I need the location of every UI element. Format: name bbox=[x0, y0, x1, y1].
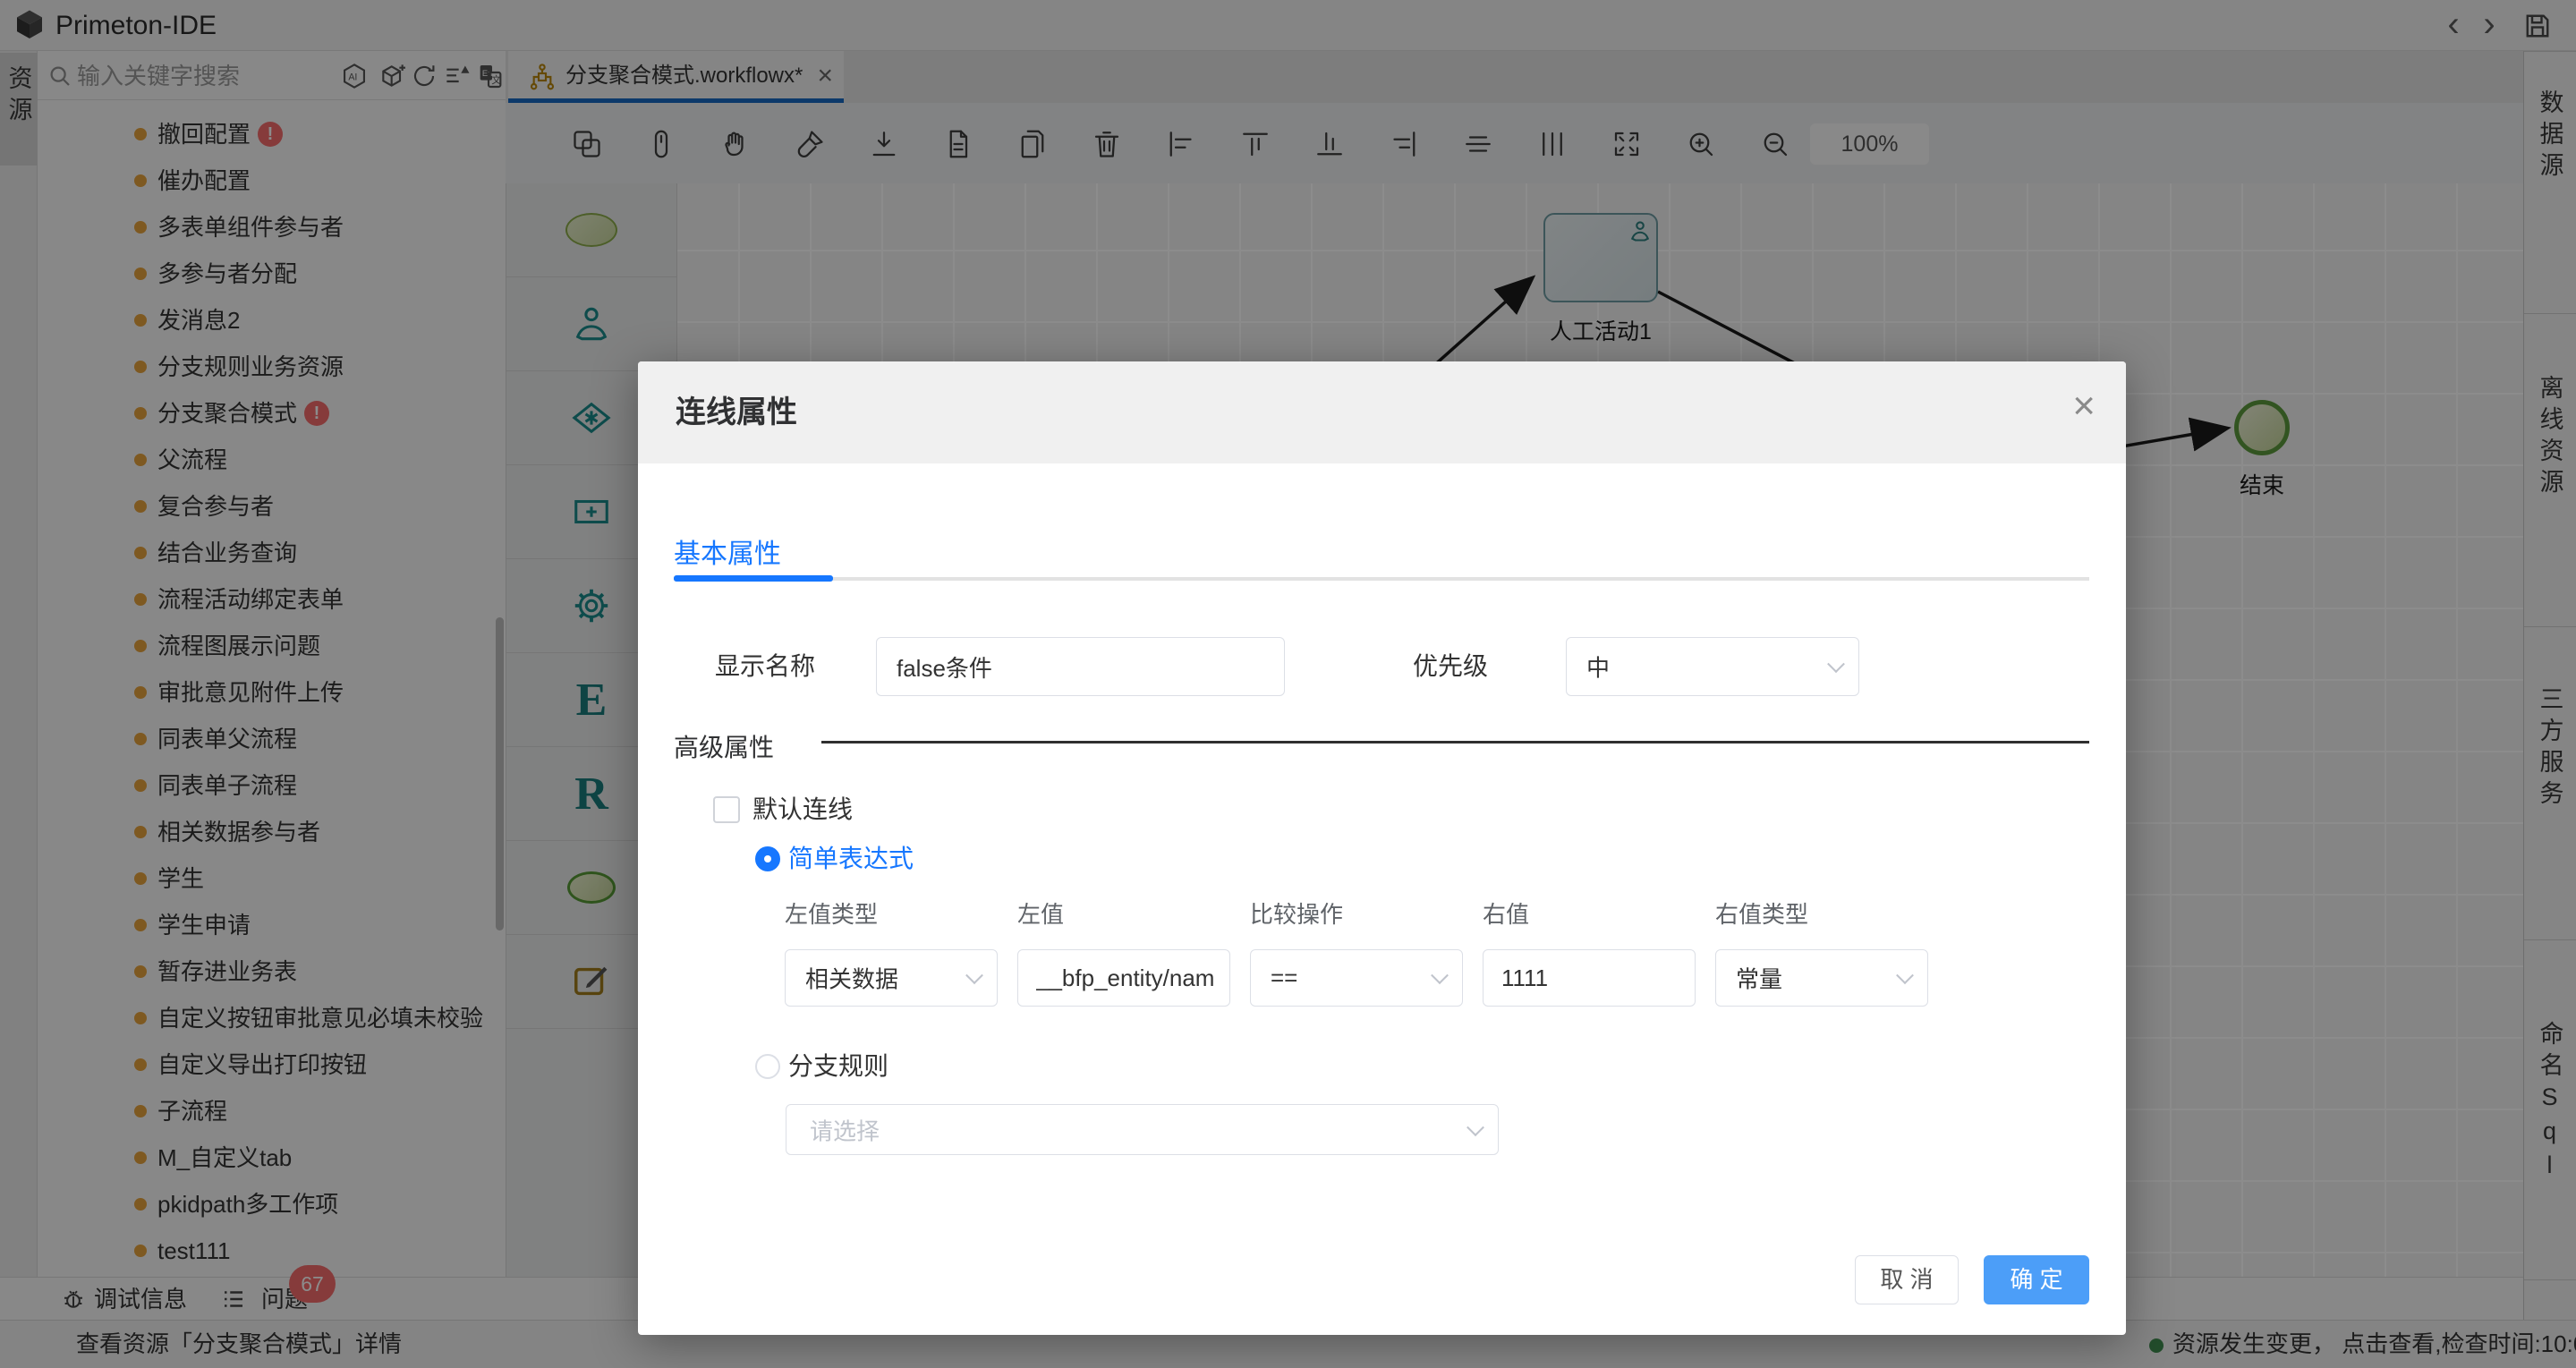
cancel-button[interactable]: 取 消 bbox=[1855, 1255, 1959, 1304]
line-properties-dialog: 连线属性 × 基本属性 显示名称 优先级 中 高级属性 默认连线 简单表达式 左… bbox=[638, 361, 2126, 1335]
condition-column: 比较操作 == bbox=[1250, 893, 1463, 1007]
tab-divider bbox=[674, 577, 2089, 581]
condition-input[interactable] bbox=[1483, 949, 1696, 1007]
display-name-input[interactable] bbox=[876, 637, 1285, 696]
display-name-label: 显示名称 bbox=[715, 637, 815, 696]
dialog-close-icon[interactable]: × bbox=[2072, 387, 2096, 426]
chevron-down-icon bbox=[965, 966, 983, 984]
condition-column-label: 右值类型 bbox=[1715, 893, 1928, 936]
priority-label: 优先级 bbox=[1413, 637, 1488, 696]
condition-column-label: 比较操作 bbox=[1250, 893, 1463, 936]
condition-column: 右值 bbox=[1483, 893, 1696, 1007]
tab-active-indicator bbox=[674, 575, 833, 582]
condition-column: 左值类型相关数据 bbox=[785, 893, 998, 1007]
branch-rule-select[interactable]: 请选择 bbox=[786, 1104, 1499, 1155]
branch-rule-placeholder: 请选择 bbox=[810, 1113, 880, 1146]
simple-expression-radio[interactable] bbox=[755, 846, 780, 871]
condition-select[interactable]: 常量 bbox=[1715, 949, 1928, 1007]
dialog-header: 连线属性 × bbox=[638, 361, 2126, 463]
condition-row: 左值类型相关数据左值比较操作 == 右值右值类型常量 bbox=[785, 893, 1928, 1007]
advanced-section-label: 高级属性 bbox=[674, 728, 774, 764]
chevron-down-icon bbox=[1467, 1118, 1484, 1136]
branch-rule-radio[interactable] bbox=[755, 1054, 780, 1079]
simple-expression-label[interactable]: 简单表达式 bbox=[788, 846, 914, 871]
priority-select[interactable]: 中 bbox=[1566, 637, 1859, 696]
dialog-title: 连线属性 bbox=[676, 361, 797, 463]
branch-rule-label[interactable]: 分支规则 bbox=[788, 1054, 888, 1079]
condition-input[interactable] bbox=[1017, 949, 1230, 1007]
chevron-down-icon bbox=[1827, 655, 1845, 673]
condition-column-label: 左值 bbox=[1017, 893, 1230, 936]
chevron-down-icon bbox=[1431, 966, 1449, 984]
condition-select[interactable]: 相关数据 bbox=[785, 949, 998, 1007]
condition-column-label: 左值类型 bbox=[785, 893, 998, 936]
checkbox-unchecked-icon[interactable] bbox=[713, 796, 740, 823]
condition-column-label: 右值 bbox=[1483, 893, 1696, 936]
confirm-button[interactable]: 确 定 bbox=[1984, 1255, 2089, 1304]
tab-basic-properties[interactable]: 基本属性 bbox=[674, 531, 781, 571]
advanced-section-divider bbox=[821, 741, 2089, 743]
chevron-down-icon bbox=[1896, 966, 1914, 984]
condition-column: 右值类型常量 bbox=[1715, 893, 1928, 1007]
app-window: Primeton-IDE ‹ › 资源 AIEn文 撤回配置!催办配置多表单组件… bbox=[0, 0, 2576, 1368]
condition-select[interactable]: == bbox=[1250, 949, 1463, 1007]
default-line-label: 默认连线 bbox=[752, 796, 853, 823]
condition-column: 左值 bbox=[1017, 893, 1230, 1007]
